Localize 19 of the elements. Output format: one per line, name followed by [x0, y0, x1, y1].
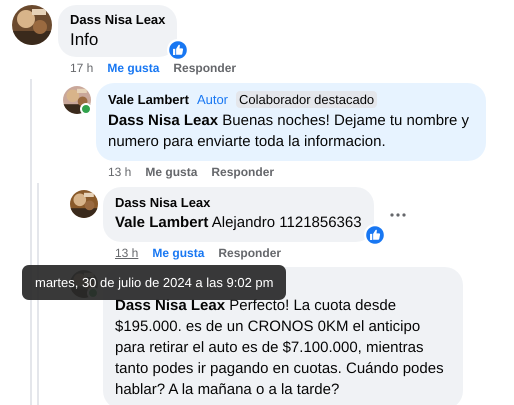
like-link[interactable]: Me gusta [107, 61, 160, 75]
author-name[interactable]: Vale Lambert [108, 92, 189, 107]
author-name[interactable]: Dass Nisa Leax [115, 195, 210, 210]
reply-link[interactable]: Responder [173, 61, 236, 75]
timestamp-link[interactable]: 17 h [70, 61, 94, 75]
author-name[interactable]: Dass Nisa Leax [70, 12, 166, 27]
comment-text: Vale Lambert Alejandro 1121856363 [115, 213, 362, 233]
timestamp-link[interactable]: 13 h [108, 165, 132, 179]
reply-link[interactable]: Responder [218, 246, 282, 260]
date-tooltip: martes, 30 de julio de 2024 a las 9:02 pm [22, 265, 286, 300]
like-link[interactable]: Me gusta [152, 246, 204, 260]
comment-text: Info [70, 29, 100, 51]
contributor-badge: Colaborador destacado [236, 91, 378, 108]
more-options-icon[interactable] [390, 212, 406, 216]
timestamp-link[interactable]: 13 h [115, 246, 138, 260]
reply-link[interactable]: Responder [211, 165, 274, 179]
author-label: Autor [196, 92, 228, 107]
comment-text: Dass Nisa Leax Buenas noches! Dejame tu nombre y numero para enviarte toda la informacion. [108, 111, 470, 152]
like-link[interactable]: Me gusta [145, 165, 198, 179]
